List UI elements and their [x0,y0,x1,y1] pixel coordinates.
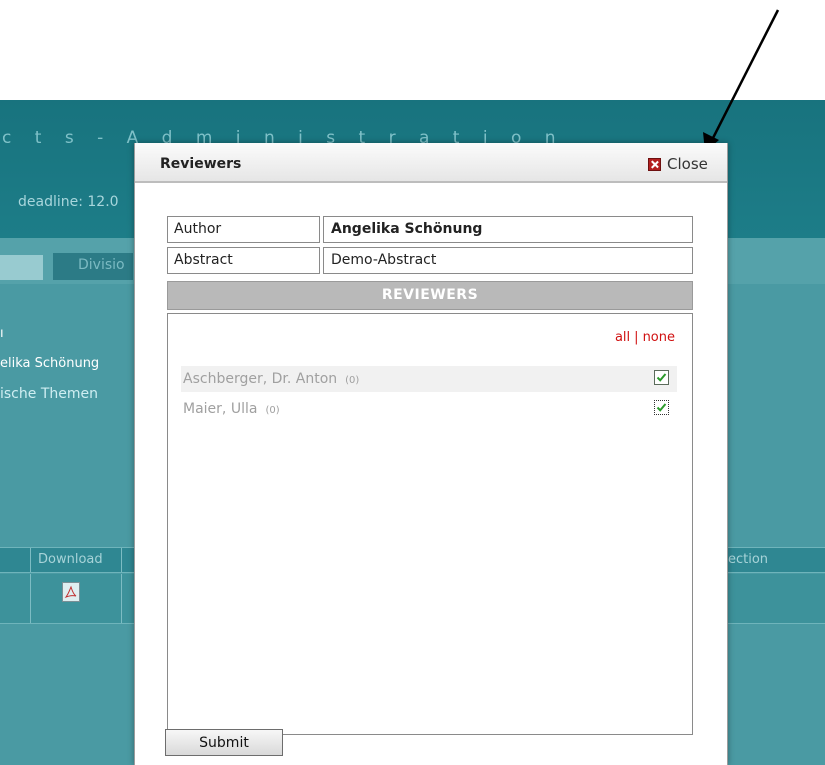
reviewer-row[interactable]: Maier, Ulla (0) [181,396,677,422]
author-label: Author [167,216,320,243]
column-divider [30,548,31,572]
link-separator: | [634,330,639,345]
reviewer-checkbox[interactable] [654,400,669,415]
pdf-icon[interactable] [62,582,80,602]
column-divider [121,548,122,572]
column-header-download: Download [38,552,103,567]
nav-tab[interactable] [0,255,43,280]
dialog-header: Reviewers Close [135,143,727,183]
checkbox-checked-icon [656,403,667,412]
close-label[interactable]: Close [667,155,708,173]
reviewers-section-header: REVIEWERS [167,281,693,310]
close-button[interactable]: Close [648,155,708,173]
reviewers-dialog: Reviewers Close Author Angelika Schönung… [134,143,728,765]
bg-topic-link[interactable]: ische Themen [0,386,98,402]
submit-button[interactable]: Submit [165,729,283,756]
reviewer-row[interactable]: Aschberger, Dr. Anton (0) [181,366,677,392]
reviewer-name: Maier, Ulla (0) [183,401,280,417]
select-links: all | none [615,330,675,345]
reviewer-count: (0) [345,375,360,386]
close-icon[interactable] [648,157,661,171]
abstract-row: Abstract Demo-Abstract [167,247,693,274]
bg-author-name: elika Schönung [0,356,100,371]
reviewer-name: Aschberger, Dr. Anton (0) [183,371,360,387]
abstract-info-table: Author Angelika Schönung Abstract Demo-A… [167,216,693,278]
deadline-text: deadline: 12.0 [18,194,119,210]
abstract-label: Abstract [167,247,320,274]
bg-marker: ı [0,326,4,341]
dialog-title: Reviewers [160,156,242,172]
reviewer-list: all | none Aschberger, Dr. Anton (0) Maier,… [167,313,693,735]
author-value: Angelika Schönung [323,216,693,243]
checkbox-checked-icon [656,373,667,382]
column-divider [30,574,31,623]
reviewer-count: (0) [265,405,280,416]
select-none-link[interactable]: none [643,330,675,345]
abstract-value: Demo-Abstract [323,247,693,274]
column-header-selection: ection [728,552,769,567]
reviewer-checkbox[interactable] [654,370,669,385]
select-all-link[interactable]: all [615,330,630,345]
nav-tab-division[interactable]: Divisio [53,253,133,280]
column-divider [121,574,122,623]
author-row: Author Angelika Schönung [167,216,693,243]
